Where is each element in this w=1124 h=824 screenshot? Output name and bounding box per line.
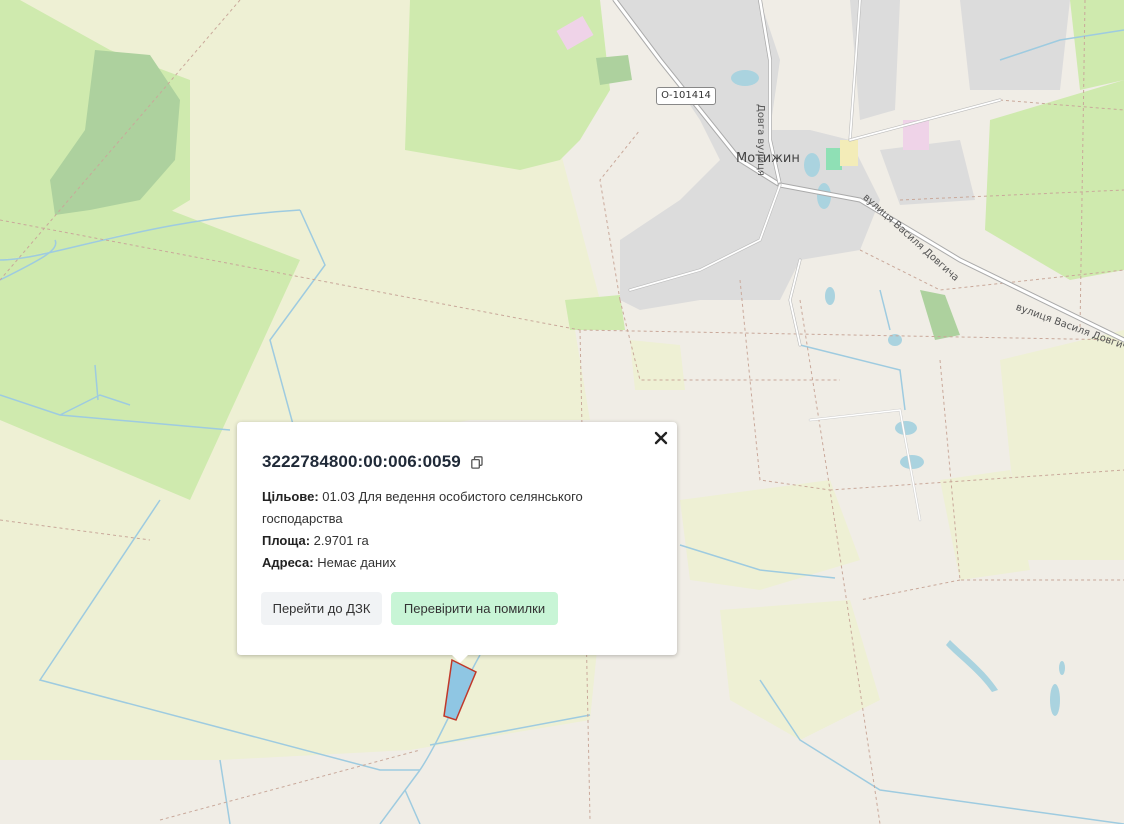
address-row: Адреса: Немає даних [262,552,653,574]
road-ref-label: О-101414 [656,87,716,105]
meadow-area [565,295,625,330]
popup-title-row: 3222784800:00:006:0059 [262,452,653,472]
purpose-label: Цільове: [262,489,319,504]
farmland-area [630,340,685,390]
area-row: Площа: 2.9701 га [262,530,653,552]
residential-area [960,0,1070,90]
go-to-dzk-button[interactable]: Перейти до ДЗК [261,592,382,625]
street-label: Довга вулиця [755,104,766,176]
address-value: Немає даних [313,555,396,570]
area-value: 2.9701 га [310,533,369,548]
purpose-row: Цільове: 01.03 Для ведення особистого се… [262,486,653,530]
cadastral-number: 3222784800:00:006:0059 [262,452,461,471]
school-area [840,140,858,166]
check-errors-button[interactable]: Перевірити на помилки [391,592,558,625]
popup-actions: Перейти до ДЗК Перевірити на помилки [261,592,558,625]
address-label: Адреса: [262,555,314,570]
copy-icon[interactable] [470,455,483,469]
area-label: Площа: [262,533,311,548]
map-canvas[interactable] [0,0,1124,824]
parcel-popup: 3222784800:00:006:0059 Цільове: 01.03 Дл… [237,422,677,663]
town-label: Мотижин [736,151,800,166]
forest-area [596,55,632,85]
farmland-area [1000,330,1124,560]
sports-pitch [826,148,842,170]
popup-tip [452,655,468,663]
parcel-info: Цільове: 01.03 Для ведення особистого се… [262,486,653,574]
close-icon[interactable] [653,430,669,446]
